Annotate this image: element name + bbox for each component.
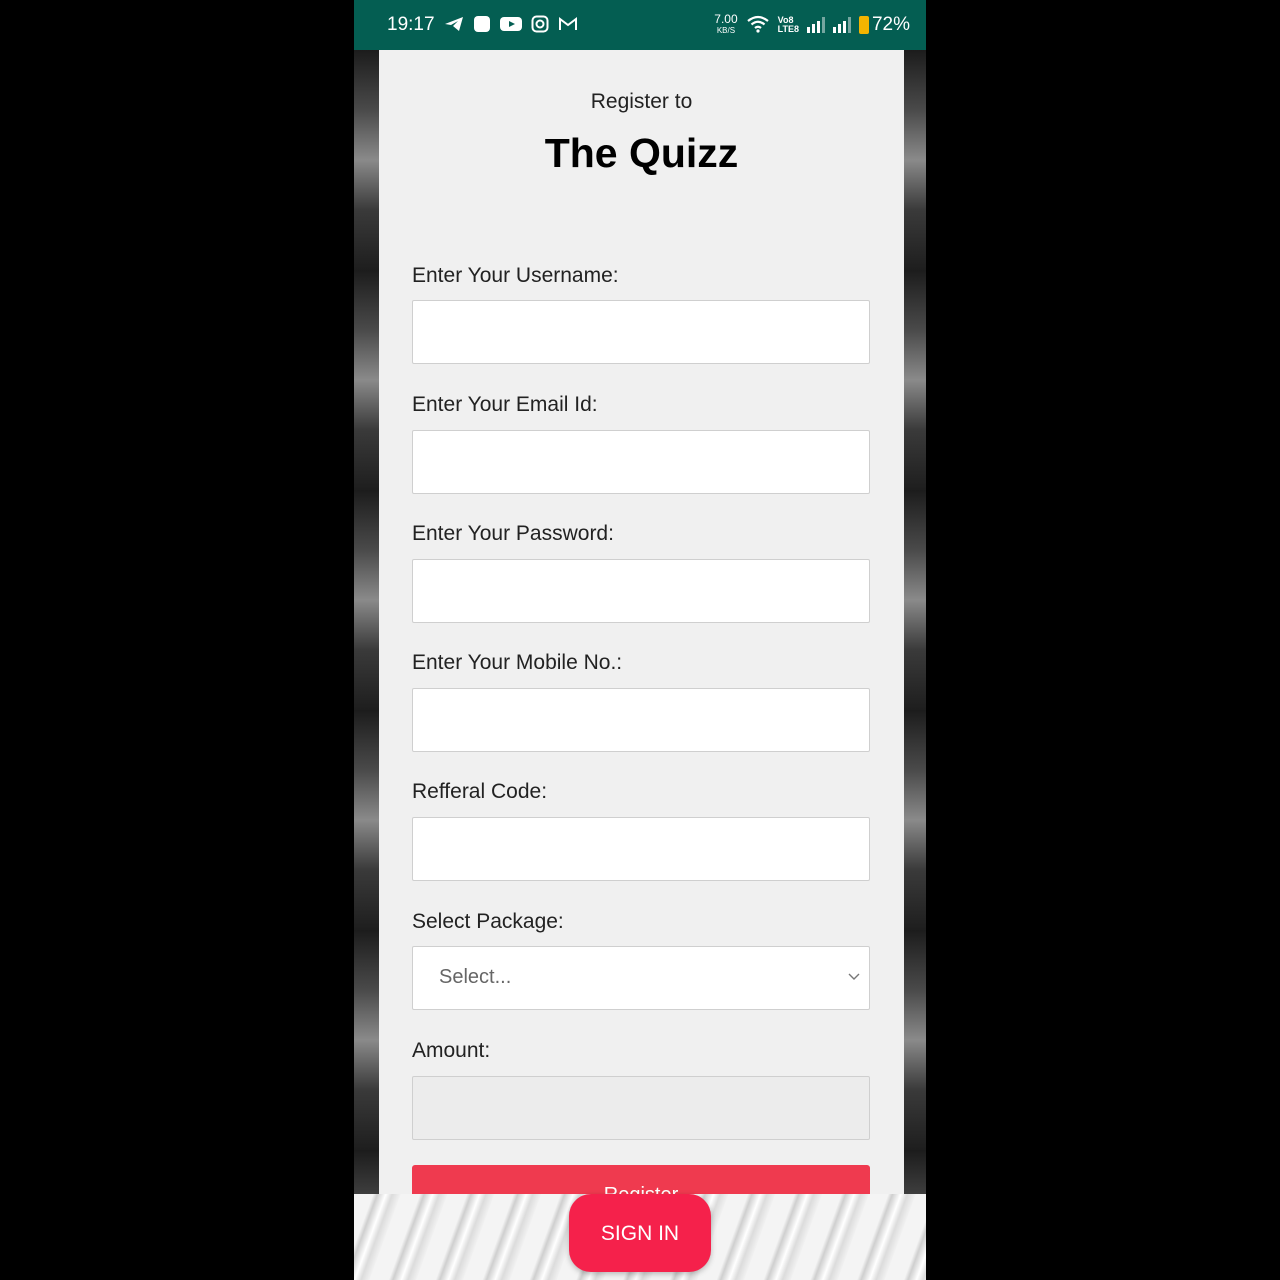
volte-bottom: LTE8 <box>777 24 799 34</box>
sign-in-button[interactable]: SIGN IN <box>569 1194 711 1272</box>
referral-label: Refferal Code: <box>412 780 548 803</box>
signal-icon <box>832 17 851 33</box>
clock: 19:17 <box>387 14 435 35</box>
package-select[interactable]: Select... <box>412 946 870 1010</box>
app-icon <box>473 15 491 36</box>
register-subtitle: Register to <box>590 90 693 113</box>
register-button[interactable]: Register <box>412 1165 870 1194</box>
username-input[interactable] <box>412 300 870 364</box>
referral-input[interactable] <box>412 817 870 881</box>
signal-icon <box>806 17 825 33</box>
password-label: Enter Your Password: <box>412 522 614 545</box>
email-input[interactable] <box>412 430 870 494</box>
status-bar: 19:17 7.00 KB/S Vo8 LTE8 72% <box>354 0 926 50</box>
volte-indicator: Vo8 LTE8 <box>778 16 799 34</box>
mobile-label: Enter Your Mobile No.: <box>412 651 623 674</box>
network-speed: 7.00 KB/S <box>714 12 738 36</box>
package-selected-value: Select... <box>439 966 512 988</box>
phone-screen: 19:17 7.00 KB/S Vo8 LTE8 72% Register to… <box>354 0 926 1280</box>
youtube-icon <box>499 16 522 35</box>
password-input[interactable] <box>412 559 870 623</box>
amount-input <box>412 1076 870 1140</box>
chevron-down-icon <box>847 969 861 983</box>
net-speed-value: 7.00 <box>714 12 738 26</box>
package-label: Select Package: <box>412 910 564 933</box>
username-label: Enter Your Username: <box>412 264 619 287</box>
battery-level: 72% <box>871 14 910 35</box>
email-label: Enter Your Email Id: <box>412 393 598 416</box>
telegram-icon <box>444 16 464 35</box>
amount-label: Amount: <box>412 1039 491 1062</box>
register-card: Register to The Quizz Enter Your Usernam… <box>379 50 904 1194</box>
net-speed-unit: KB/S <box>716 26 736 35</box>
battery-icon <box>858 16 869 34</box>
mobile-input[interactable] <box>412 688 870 752</box>
instagram-icon <box>531 15 549 36</box>
wifi-icon <box>746 15 770 36</box>
app-title: The Quizz <box>544 130 739 176</box>
gmail-icon <box>558 16 578 35</box>
